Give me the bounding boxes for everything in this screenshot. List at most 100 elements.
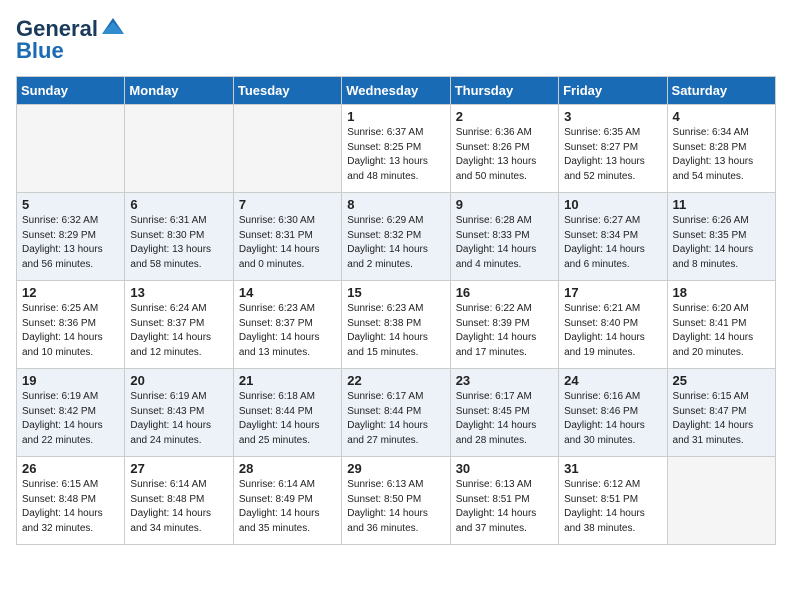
- day-number: 6: [130, 197, 227, 212]
- cell-info: Sunrise: 6:16 AMSunset: 8:46 PMDaylight:…: [564, 390, 661, 448]
- cell-info: Sunrise: 6:17 AMSunset: 8:45 PMDaylight:…: [456, 390, 553, 448]
- cell-info: Sunrise: 6:37 AMSunset: 8:25 PMDaylight:…: [347, 126, 444, 184]
- day-number: 30: [456, 461, 553, 476]
- calendar-cell: 25Sunrise: 6:15 AMSunset: 8:47 PMDayligh…: [667, 369, 775, 457]
- page-header: General Blue: [16, 16, 776, 64]
- col-header-monday: Monday: [125, 77, 233, 105]
- day-number: 10: [564, 197, 661, 212]
- cell-info: Sunrise: 6:32 AMSunset: 8:29 PMDaylight:…: [22, 214, 119, 272]
- cell-info: Sunrise: 6:15 AMSunset: 8:47 PMDaylight:…: [673, 390, 770, 448]
- cell-info: Sunrise: 6:13 AMSunset: 8:51 PMDaylight:…: [456, 478, 553, 536]
- calendar-cell: 31 Sunrise: 6:12 AMSunset: 8:51 PMDayligh…: [559, 457, 667, 545]
- cell-info: Sunrise: 6:20 AMSunset: 8:41 PMDaylight:…: [673, 302, 770, 360]
- cell-info: Sunrise: 6:19 AMSunset: 8:43 PMDaylight:…: [130, 390, 227, 448]
- day-number: 31: [564, 461, 661, 476]
- calendar-cell: [667, 457, 775, 545]
- calendar-cell: 12 Sunrise: 6:25 AMSunset: 8:36 PMDayligh…: [17, 281, 125, 369]
- col-header-sunday: Sunday: [17, 77, 125, 105]
- day-number: 14: [239, 285, 336, 300]
- calendar-week-3: 19 Sunrise: 6:19 AMSunset: 8:42 PMDayligh…: [17, 369, 776, 457]
- calendar-week-2: 12 Sunrise: 6:25 AMSunset: 8:36 PMDayligh…: [17, 281, 776, 369]
- calendar-cell: 22Sunrise: 6:17 AMSunset: 8:44 PMDayligh…: [342, 369, 450, 457]
- col-header-wednesday: Wednesday: [342, 77, 450, 105]
- cell-info: Sunrise: 6:35 AMSunset: 8:27 PMDaylight:…: [564, 126, 661, 184]
- day-number: 11: [673, 197, 770, 212]
- calendar-cell: 2 Sunrise: 6:36 AMSunset: 8:26 PMDaylight…: [450, 105, 558, 193]
- logo-icon: [100, 14, 126, 40]
- calendar-cell: 8Sunrise: 6:29 AMSunset: 8:32 PMDaylight…: [342, 193, 450, 281]
- day-number: 27: [130, 461, 227, 476]
- calendar-cell: 3 Sunrise: 6:35 AMSunset: 8:27 PMDaylight…: [559, 105, 667, 193]
- cell-info: Sunrise: 6:15 AMSunset: 8:48 PMDaylight:…: [22, 478, 119, 536]
- calendar-cell: 10 Sunrise: 6:27 AMSunset: 8:34 PMDayligh…: [559, 193, 667, 281]
- day-number: 17: [564, 285, 661, 300]
- calendar-cell: 4 Sunrise: 6:34 AMSunset: 8:28 PMDaylight…: [667, 105, 775, 193]
- day-number: 15: [347, 285, 444, 300]
- day-number: 13: [130, 285, 227, 300]
- calendar-week-1: 5 Sunrise: 6:32 AMSunset: 8:29 PMDaylight…: [17, 193, 776, 281]
- calendar-week-4: 26 Sunrise: 6:15 AMSunset: 8:48 PMDayligh…: [17, 457, 776, 545]
- col-header-thursday: Thursday: [450, 77, 558, 105]
- calendar-cell: 5 Sunrise: 6:32 AMSunset: 8:29 PMDaylight…: [17, 193, 125, 281]
- day-number: 24: [564, 373, 661, 388]
- calendar-cell: [125, 105, 233, 193]
- calendar-cell: [17, 105, 125, 193]
- cell-info: Sunrise: 6:34 AMSunset: 8:28 PMDaylight:…: [673, 126, 770, 184]
- cell-info: Sunrise: 6:31 AMSunset: 8:30 PMDaylight:…: [130, 214, 227, 272]
- cell-info: Sunrise: 6:13 AMSunset: 8:50 PMDaylight:…: [347, 478, 444, 536]
- calendar-cell: 18 Sunrise: 6:20 AMSunset: 8:41 PMDayligh…: [667, 281, 775, 369]
- cell-info: Sunrise: 6:26 AMSunset: 8:35 PMDaylight:…: [673, 214, 770, 272]
- calendar-cell: 29 Sunrise: 6:13 AMSunset: 8:50 PMDayligh…: [342, 457, 450, 545]
- day-number: 9: [456, 197, 553, 212]
- calendar-cell: 28Sunrise: 6:14 AMSunset: 8:49 PMDayligh…: [233, 457, 341, 545]
- day-number: 21: [239, 373, 336, 388]
- calendar-table: SundayMondayTuesdayWednesdayThursdayFrid…: [16, 76, 776, 545]
- logo: General Blue: [16, 16, 126, 64]
- calendar-cell: 6 Sunrise: 6:31 AMSunset: 8:30 PMDaylight…: [125, 193, 233, 281]
- calendar-cell: 19 Sunrise: 6:19 AMSunset: 8:42 PMDayligh…: [17, 369, 125, 457]
- calendar-cell: 26 Sunrise: 6:15 AMSunset: 8:48 PMDayligh…: [17, 457, 125, 545]
- cell-info: Sunrise: 6:14 AMSunset: 8:49 PMDaylight:…: [239, 478, 336, 536]
- calendar-cell: 17 Sunrise: 6:21 AMSunset: 8:40 PMDayligh…: [559, 281, 667, 369]
- day-number: 18: [673, 285, 770, 300]
- cell-info: Sunrise: 6:23 AMSunset: 8:38 PMDaylight:…: [347, 302, 444, 360]
- calendar-cell: 24 Sunrise: 6:16 AMSunset: 8:46 PMDayligh…: [559, 369, 667, 457]
- calendar-cell: 1Sunrise: 6:37 AMSunset: 8:25 PMDaylight…: [342, 105, 450, 193]
- day-number: 19: [22, 373, 119, 388]
- calendar-cell: 30 Sunrise: 6:13 AMSunset: 8:51 PMDayligh…: [450, 457, 558, 545]
- day-number: 3: [564, 109, 661, 124]
- cell-info: Sunrise: 6:19 AMSunset: 8:42 PMDaylight:…: [22, 390, 119, 448]
- calendar-cell: 21Sunrise: 6:18 AMSunset: 8:44 PMDayligh…: [233, 369, 341, 457]
- cell-info: Sunrise: 6:36 AMSunset: 8:26 PMDaylight:…: [456, 126, 553, 184]
- cell-info: Sunrise: 6:27 AMSunset: 8:34 PMDaylight:…: [564, 214, 661, 272]
- day-number: 23: [456, 373, 553, 388]
- col-header-friday: Friday: [559, 77, 667, 105]
- cell-info: Sunrise: 6:23 AMSunset: 8:37 PMDaylight:…: [239, 302, 336, 360]
- calendar-cell: 20 Sunrise: 6:19 AMSunset: 8:43 PMDayligh…: [125, 369, 233, 457]
- calendar-cell: 11 Sunrise: 6:26 AMSunset: 8:35 PMDayligh…: [667, 193, 775, 281]
- calendar-cell: [233, 105, 341, 193]
- cell-info: Sunrise: 6:17 AMSunset: 8:44 PMDaylight:…: [347, 390, 444, 448]
- day-number: 26: [22, 461, 119, 476]
- calendar-cell: 9 Sunrise: 6:28 AMSunset: 8:33 PMDaylight…: [450, 193, 558, 281]
- cell-info: Sunrise: 6:24 AMSunset: 8:37 PMDaylight:…: [130, 302, 227, 360]
- day-number: 16: [456, 285, 553, 300]
- calendar-cell: 14 Sunrise: 6:23 AMSunset: 8:37 PMDayligh…: [233, 281, 341, 369]
- calendar-cell: 23 Sunrise: 6:17 AMSunset: 8:45 PMDayligh…: [450, 369, 558, 457]
- calendar-week-0: 1Sunrise: 6:37 AMSunset: 8:25 PMDaylight…: [17, 105, 776, 193]
- cell-info: Sunrise: 6:12 AMSunset: 8:51 PMDaylight:…: [564, 478, 661, 536]
- day-number: 2: [456, 109, 553, 124]
- cell-info: Sunrise: 6:25 AMSunset: 8:36 PMDaylight:…: [22, 302, 119, 360]
- cell-info: Sunrise: 6:28 AMSunset: 8:33 PMDaylight:…: [456, 214, 553, 272]
- day-number: 20: [130, 373, 227, 388]
- calendar-cell: 16Sunrise: 6:22 AMSunset: 8:39 PMDayligh…: [450, 281, 558, 369]
- col-header-tuesday: Tuesday: [233, 77, 341, 105]
- day-number: 7: [239, 197, 336, 212]
- cell-info: Sunrise: 6:14 AMSunset: 8:48 PMDaylight:…: [130, 478, 227, 536]
- day-number: 12: [22, 285, 119, 300]
- cell-info: Sunrise: 6:21 AMSunset: 8:40 PMDaylight:…: [564, 302, 661, 360]
- cell-info: Sunrise: 6:30 AMSunset: 8:31 PMDaylight:…: [239, 214, 336, 272]
- day-number: 5: [22, 197, 119, 212]
- day-number: 4: [673, 109, 770, 124]
- day-number: 29: [347, 461, 444, 476]
